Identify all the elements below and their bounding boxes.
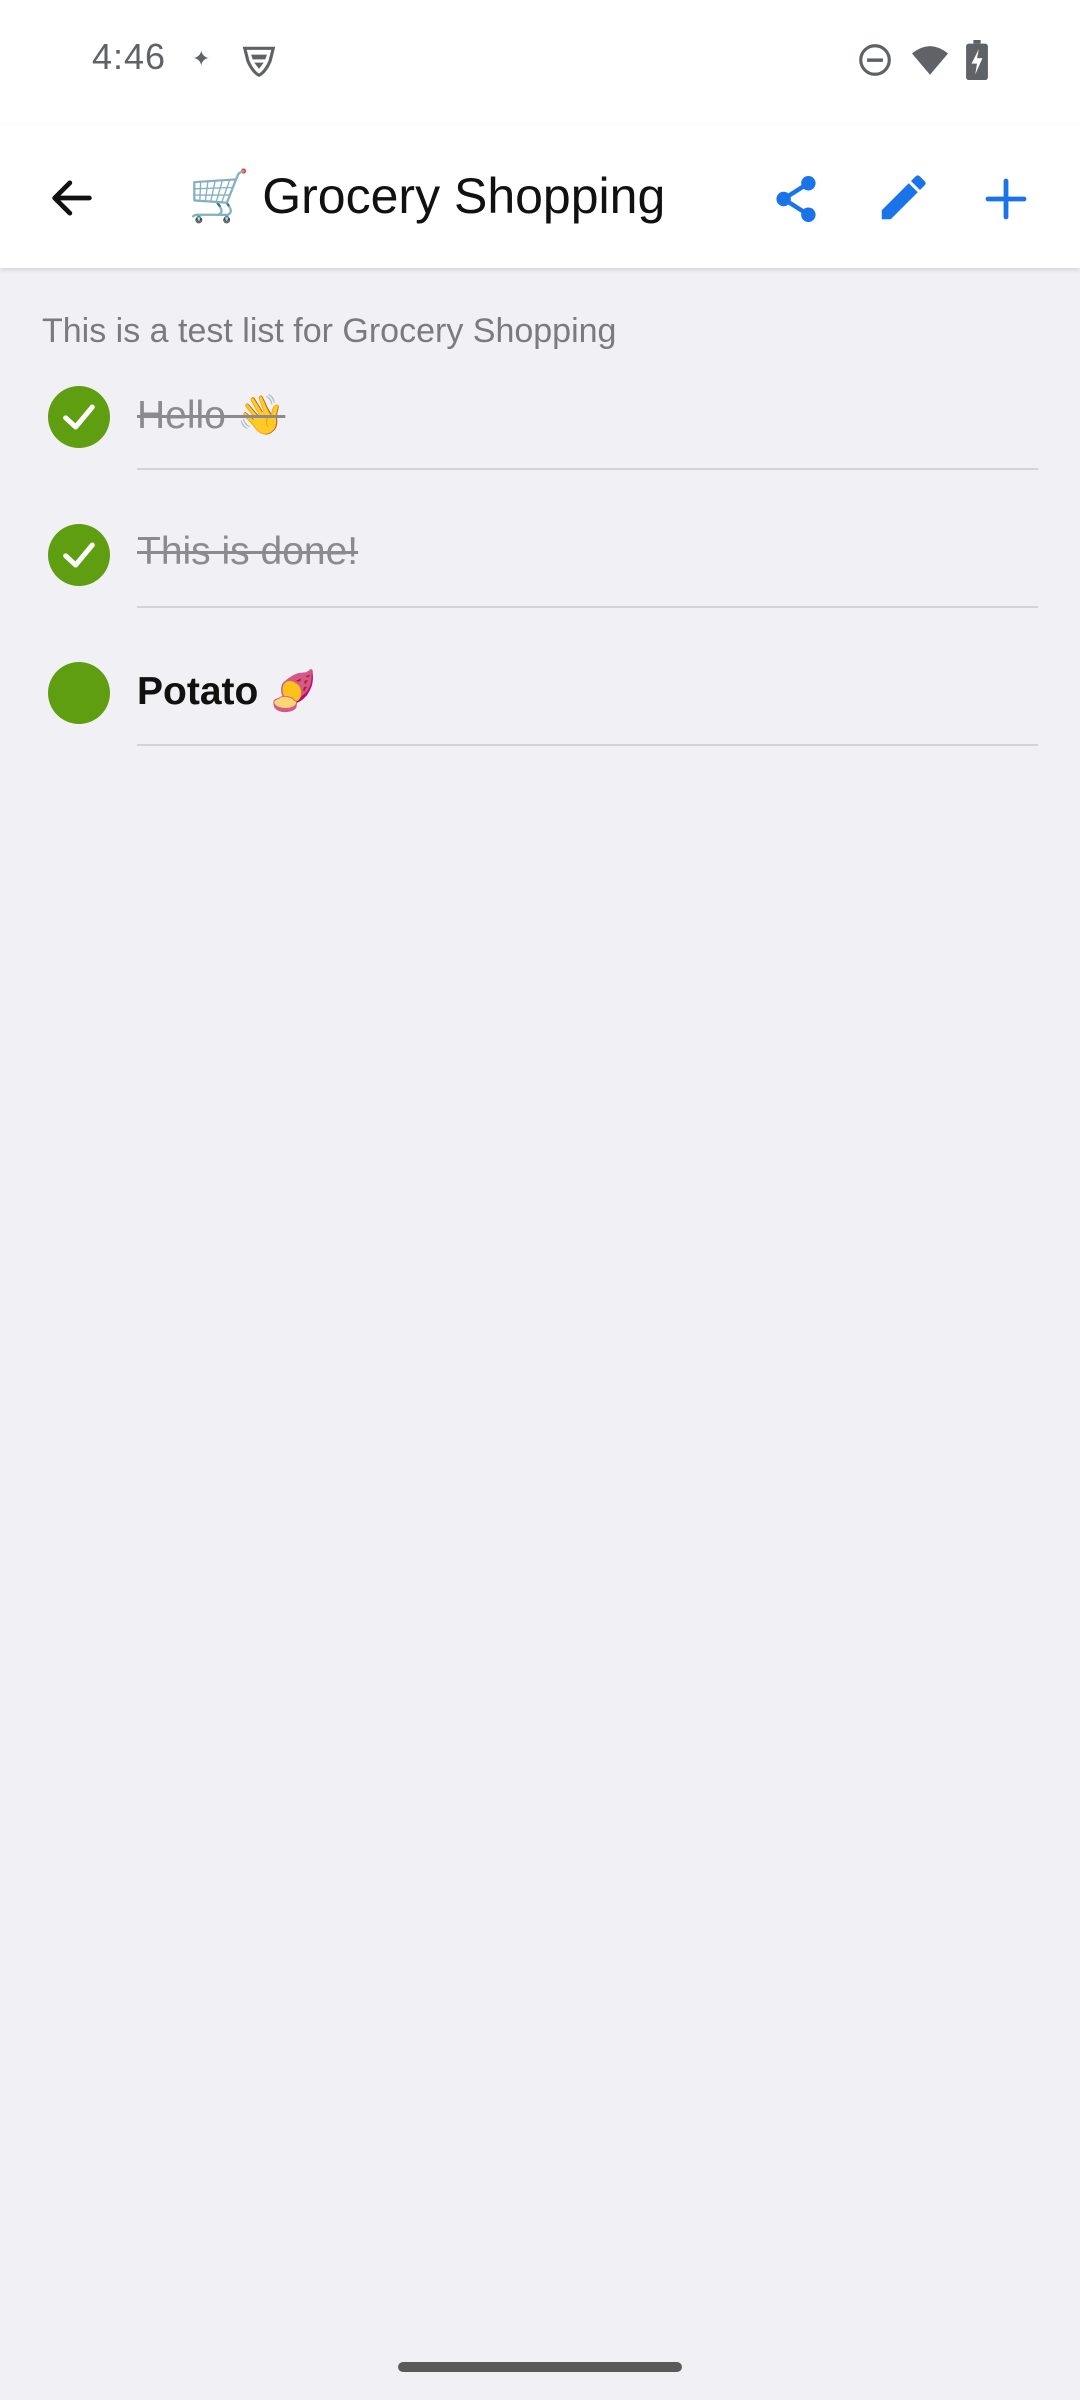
checkmark-icon xyxy=(63,404,95,430)
app-bar: 🛒 Grocery Shopping xyxy=(0,125,1080,268)
home-indicator[interactable] xyxy=(398,2362,682,2372)
list-item-label[interactable]: Hello 👋 xyxy=(137,392,285,438)
unchecked-circle-button[interactable] xyxy=(48,662,110,724)
share-icon xyxy=(776,176,816,222)
checked-circle-button[interactable] xyxy=(48,386,110,448)
sparkle-icon: ✦ xyxy=(192,46,211,71)
list-item-label[interactable]: Potato 🍠 xyxy=(137,668,318,714)
todo-list: Hello 👋 This is done! Potato 🍠 xyxy=(0,370,1080,784)
cart-emoji: 🛒 xyxy=(188,168,251,224)
back-button[interactable] xyxy=(42,168,102,228)
battery-charging-icon xyxy=(966,40,988,85)
add-plus-icon xyxy=(985,178,1027,220)
vpn-shield-icon xyxy=(240,42,278,85)
add-item-button[interactable] xyxy=(974,167,1038,231)
divider xyxy=(137,468,1038,470)
edit-pencil-icon xyxy=(881,175,926,220)
list-item[interactable]: Potato 🍠 xyxy=(0,646,1080,784)
share-button[interactable] xyxy=(764,167,828,231)
divider xyxy=(137,606,1038,608)
divider xyxy=(137,744,1038,746)
status-bar: 4:46 ✦ xyxy=(0,0,1080,125)
status-time: 4:46 xyxy=(92,36,167,77)
back-arrow-icon xyxy=(52,180,92,216)
list-item[interactable]: This is done! xyxy=(0,508,1080,646)
wifi-icon xyxy=(910,42,950,83)
list-item[interactable]: Hello 👋 xyxy=(0,370,1080,508)
list-item-label[interactable]: This is done! xyxy=(137,530,358,574)
checked-circle-button[interactable] xyxy=(48,524,110,586)
do-not-disturb-icon xyxy=(856,41,894,84)
list-description: This is a test list for Grocery Shopping xyxy=(42,312,617,350)
checkmark-icon xyxy=(63,542,95,568)
edit-button[interactable] xyxy=(870,167,934,231)
page-title-text: Grocery Shopping xyxy=(262,168,666,224)
page-title: 🛒 Grocery Shopping xyxy=(188,167,665,226)
